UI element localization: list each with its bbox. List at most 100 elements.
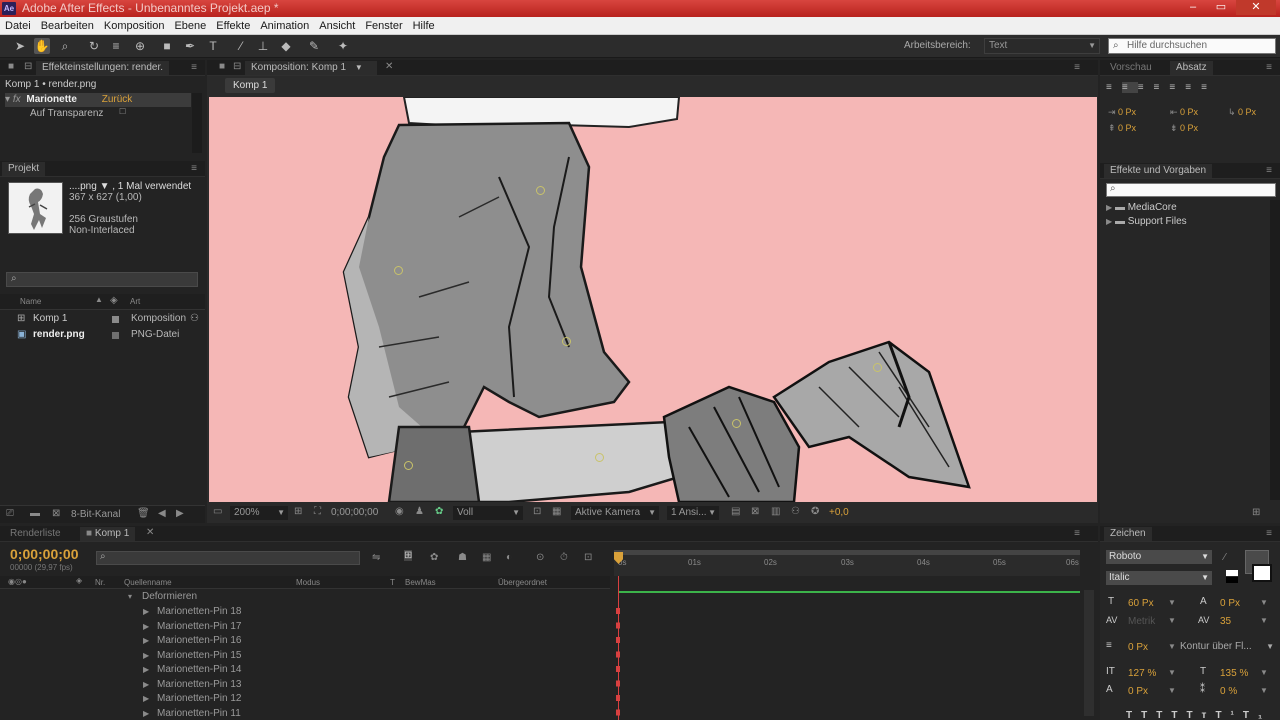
chevron-down-icon[interactable]: ▼ [1168, 642, 1176, 651]
superscript-icon[interactable]: T¹ [1215, 710, 1242, 720]
vertical-scale-value[interactable]: 127 % [1128, 668, 1156, 679]
tab-effect-controls[interactable]: Effekteinstellungen: render. [36, 61, 170, 75]
selection-tool-icon[interactable]: ➤ [12, 38, 28, 54]
interpret-footage-icon[interactable]: ⎚ [6, 508, 14, 519]
keyframe-markers[interactable] [616, 608, 620, 718]
folder-mediacore[interactable]: ▶ ▬ MediaCore [1106, 201, 1177, 215]
tab-preview[interactable]: Vorschau [1104, 61, 1158, 75]
pin-row[interactable]: ▶ Marionetten-Pin 17 [0, 620, 610, 635]
font-size-value[interactable]: 60 Px [1128, 598, 1154, 609]
live-update-icon[interactable]: ⊞ [404, 550, 413, 561]
project-item-render[interactable]: ▣ render.png PNG-Datei [0, 328, 205, 342]
scroll-left-icon[interactable]: ◀ [158, 508, 166, 519]
tab-paragraph[interactable]: Absatz [1170, 61, 1213, 75]
tab-composition[interactable]: Komposition: Komp 1 ▼ [245, 61, 377, 75]
pin-row[interactable]: ▶ Marionetten-Pin 14 [0, 663, 610, 678]
expand-arrow-icon[interactable]: ▶ [143, 605, 149, 619]
pin-row[interactable]: ▶ Marionetten-Pin 12 [0, 692, 610, 707]
timeline-search-input[interactable]: ⌕ [96, 551, 360, 565]
frame-blending-icon[interactable]: ▦ [482, 552, 491, 563]
safe-margins-icon[interactable]: ⊞ [294, 506, 302, 517]
font-family-select[interactable]: Roboto ▼ [1106, 550, 1212, 564]
justify-center-icon[interactable]: ≡ [1169, 82, 1185, 93]
puppet-pin[interactable] [394, 266, 403, 275]
menu-bearbeiten[interactable]: Bearbeiten [36, 17, 99, 35]
pin-row[interactable]: ▶ Marionetten-Pin 13 [0, 678, 610, 693]
panel-menu-icon[interactable]: ≡ [191, 163, 197, 174]
menu-ansicht[interactable]: Ansicht [314, 17, 360, 35]
tab-render-queue[interactable]: Renderliste [4, 527, 67, 541]
eyedropper-icon[interactable]: ⁄ [1224, 552, 1226, 563]
tab-character[interactable]: Zeichen [1104, 527, 1152, 541]
close-icon[interactable]: ✕ [1236, 0, 1276, 15]
rotate-tool-icon[interactable]: ↻ [86, 38, 102, 54]
panel-menu-icon[interactable]: ≡ [1266, 165, 1272, 176]
time-ruler[interactable]: 0s 01s 02s 03s 04s 05s 06s [614, 550, 1080, 576]
group-deformieren[interactable]: ▾ Deformieren [0, 590, 610, 605]
expand-arrow-icon[interactable]: ▶ [143, 678, 149, 692]
menu-ebene[interactable]: Ebene [169, 17, 211, 35]
trash-icon[interactable]: 🗑 [137, 508, 150, 519]
tab-project[interactable]: Projekt [2, 162, 46, 176]
leading-value[interactable]: 0 Px [1220, 598, 1240, 609]
horizontal-scale-value[interactable]: 135 % [1220, 668, 1248, 679]
close-tab-icon[interactable]: ■ [86, 528, 95, 539]
col-name[interactable]: Name [20, 297, 41, 306]
zoom-select[interactable]: 200% ▼ [230, 506, 288, 520]
expand-arrow-icon[interactable]: ▶ [1106, 217, 1112, 226]
channel-icon[interactable]: ✿ [435, 506, 443, 517]
all-caps-icon[interactable]: TT [1156, 710, 1186, 720]
comp-subtab[interactable]: Komp 1 [225, 78, 276, 93]
expand-arrow-icon[interactable]: ▶ [143, 707, 149, 720]
maximize-icon[interactable]: ▭ [1208, 0, 1234, 15]
puppet-pin[interactable] [595, 453, 604, 462]
mask-visibility-icon[interactable]: ⛶ [314, 506, 321, 517]
folder-support-files[interactable]: ▶ ▬ Support Files [1106, 215, 1187, 229]
expand-arrow-icon[interactable]: ▶ [1106, 203, 1112, 212]
views-select[interactable]: 1 Ansi... ▼ [667, 506, 719, 520]
puppet-pin[interactable] [536, 186, 545, 195]
close-tab-icon[interactable]: ✕ [385, 61, 393, 72]
project-item-comp[interactable]: ⊞ Komp 1 Komposition ⚇ [0, 312, 205, 326]
checkbox-icon[interactable]: ☐ [119, 107, 126, 116]
work-area-bar[interactable] [614, 550, 1080, 555]
composition-viewer[interactable] [209, 97, 1097, 502]
puppet-pin[interactable] [404, 461, 413, 470]
faux-bold-icon[interactable]: T [1126, 710, 1141, 720]
timeline-icon[interactable]: ▥ [771, 506, 780, 517]
stroke-width-value[interactable]: 0 Px [1128, 642, 1148, 653]
chevron-down-icon[interactable]: ▼ [1260, 686, 1268, 695]
panel-menu-icon[interactable]: ≡ [1074, 62, 1080, 73]
col-source-name[interactable]: Quellenname [124, 578, 172, 587]
show-snapshot-icon[interactable]: ♟ [415, 506, 424, 517]
panel-close-icon[interactable]: ■ [219, 61, 225, 72]
fast-preview-icon[interactable]: ⊠ [751, 506, 759, 517]
chevron-down-icon[interactable]: ▼ [1168, 686, 1176, 695]
project-search-input[interactable]: ⌕ [6, 272, 198, 287]
puppet-pin[interactable] [873, 363, 882, 372]
minimize-icon[interactable]: – [1180, 0, 1206, 15]
menu-hilfe[interactable]: Hilfe [408, 17, 440, 35]
new-composition-icon[interactable]: ⊠ [52, 508, 60, 519]
align-center-icon[interactable]: ≡ [1121, 82, 1138, 93]
expand-arrow-icon[interactable]: ▶ [143, 692, 149, 706]
chevron-down-icon[interactable]: ▼ [1168, 598, 1176, 607]
clone-stamp-tool-icon[interactable]: ⊥ [255, 38, 271, 54]
col-trkmat[interactable]: BewMas [405, 578, 436, 587]
black-swatch[interactable] [1226, 577, 1238, 583]
kerning-value[interactable]: Metrik [1128, 616, 1155, 627]
chevron-down-icon[interactable]: ▼ [1260, 668, 1268, 677]
chevron-down-icon[interactable]: ▼ [1260, 598, 1268, 607]
stroke-mode-select[interactable]: Kontur über Fl... ▼ [1180, 640, 1276, 654]
close-tab-icon[interactable]: ✕ [146, 527, 154, 538]
graph-editor-icon[interactable]: ⊡ [584, 552, 592, 563]
toggle-pixel-aspect-icon[interactable]: ▤ [731, 506, 740, 517]
label-color-swatch[interactable] [112, 316, 119, 323]
sort-ascending-icon[interactable]: ▲ [95, 295, 103, 304]
reset-link[interactable]: Zurück [102, 94, 133, 105]
reset-exposure-icon[interactable]: ✪ [811, 506, 819, 517]
panel-menu-icon[interactable]: ≡ [1266, 528, 1272, 539]
camera-select[interactable]: Aktive Kamera ▼ [571, 506, 659, 520]
puppet-pin[interactable] [562, 337, 571, 346]
tracking-value[interactable]: 35 [1220, 616, 1231, 627]
